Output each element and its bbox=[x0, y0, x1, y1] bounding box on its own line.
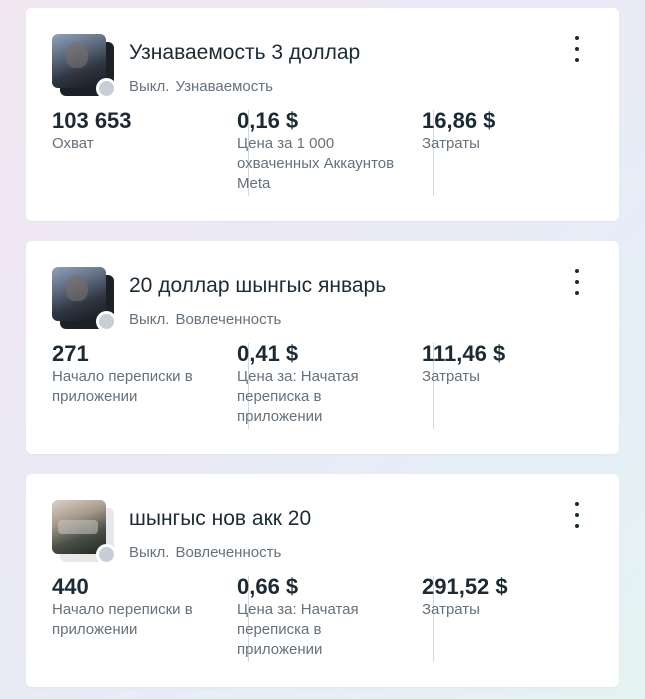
campaign-status: Выкл. bbox=[129, 544, 170, 561]
metric-value: 291,52 $ bbox=[422, 574, 508, 599]
status-off-dot-icon bbox=[96, 311, 117, 332]
campaign-title[interactable]: 20 доллар шынгыс январь bbox=[129, 274, 386, 298]
campaign-title[interactable]: шынгыс нов акк 20 bbox=[129, 507, 311, 531]
campaign-objective: Вовлеченность bbox=[175, 311, 282, 328]
status-off-dot-icon bbox=[96, 544, 117, 565]
campaign-status: Выкл. bbox=[129, 311, 170, 328]
more-vertical-icon[interactable] bbox=[567, 269, 587, 295]
metric-value: 0,41 $ bbox=[237, 341, 299, 366]
metric-label: Охват bbox=[52, 135, 94, 152]
thumbnail-front-image bbox=[52, 34, 106, 88]
campaign-objective: Узнаваемость bbox=[175, 78, 273, 95]
metric-label: Затраты bbox=[422, 601, 480, 618]
metric-label: Затраты bbox=[422, 368, 480, 385]
thumbnail-front-image bbox=[52, 500, 106, 554]
metric-label: Цена за 1 000 охваченных Аккаунтов Meta bbox=[237, 135, 395, 192]
metric-spend: 16,86 $ Затраты bbox=[422, 108, 592, 198]
campaign-subtitle: Выкл. Вовлеченность bbox=[129, 544, 281, 561]
campaign-card[interactable]: 20 доллар шынгыс январь Выкл. Вовлеченнос… bbox=[26, 241, 619, 454]
campaign-status: Выкл. bbox=[129, 78, 170, 95]
metric-reach: 103 653 Охват bbox=[52, 108, 222, 198]
metric-value: 440 bbox=[52, 574, 89, 599]
status-off-dot-icon bbox=[96, 78, 117, 99]
campaign-card[interactable]: шынгыс нов акк 20 Выкл. Вовлеченность 440… bbox=[26, 474, 619, 687]
campaign-objective: Вовлеченность bbox=[175, 544, 282, 561]
campaign-thumbnail bbox=[52, 267, 117, 332]
campaign-metrics: 440 Начало переписки в приложении 0,66 $… bbox=[52, 574, 607, 664]
campaign-thumbnail bbox=[52, 500, 117, 565]
metric-cost-per-result: 0,16 $ Цена за 1 000 охваченных Аккаунто… bbox=[237, 108, 407, 198]
metric-value: 0,66 $ bbox=[237, 574, 299, 599]
campaign-metrics: 271 Начало переписки в приложении 0,41 $… bbox=[52, 341, 607, 431]
metric-conversations: 271 Начало переписки в приложении bbox=[52, 341, 222, 431]
metric-value: 103 653 bbox=[52, 108, 132, 133]
metric-cost-per-result: 0,66 $ Цена за: Начатая переписка в прил… bbox=[237, 574, 407, 664]
metric-value: 271 bbox=[52, 341, 89, 366]
metric-label: Цена за: Начатая переписка в приложении bbox=[237, 368, 359, 425]
metric-conversations: 440 Начало переписки в приложении bbox=[52, 574, 222, 664]
campaign-title[interactable]: Узнаваемость 3 доллар bbox=[129, 41, 360, 65]
more-vertical-icon[interactable] bbox=[567, 502, 587, 528]
metric-spend: 111,46 $ Затраты bbox=[422, 341, 592, 431]
metric-label: Начало переписки в приложении bbox=[52, 601, 193, 638]
campaign-subtitle: Выкл. Узнаваемость bbox=[129, 78, 273, 95]
metric-label: Затраты bbox=[422, 135, 480, 152]
campaign-metrics: 103 653 Охват 0,16 $ Цена за 1 000 охвач… bbox=[52, 108, 607, 198]
campaign-thumbnail bbox=[52, 34, 117, 99]
metric-label: Начало переписки в приложении bbox=[52, 368, 193, 405]
thumbnail-front-image bbox=[52, 267, 106, 321]
metric-label: Цена за: Начатая переписка в приложении bbox=[237, 601, 359, 658]
metric-cost-per-result: 0,41 $ Цена за: Начатая переписка в прил… bbox=[237, 341, 407, 431]
campaign-subtitle: Выкл. Вовлеченность bbox=[129, 311, 281, 328]
metric-value: 111,46 $ bbox=[422, 341, 506, 366]
more-vertical-icon[interactable] bbox=[567, 36, 587, 62]
metric-value: 0,16 $ bbox=[237, 108, 299, 133]
metric-value: 16,86 $ bbox=[422, 108, 496, 133]
campaign-card[interactable]: Узнаваемость 3 доллар Выкл. Узнаваемость … bbox=[26, 8, 619, 221]
metric-spend: 291,52 $ Затраты bbox=[422, 574, 592, 664]
